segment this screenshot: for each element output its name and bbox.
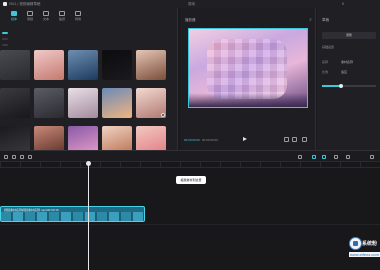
player-panel: 播放器 ≡ 00:00:00:00 00:00:00:00: [180, 8, 316, 150]
media-thumb[interactable]: 素材: [102, 88, 132, 118]
media-thumb[interactable]: 素材: [136, 88, 166, 118]
properties-section-label: 基础设置: [322, 45, 335, 49]
player-title: 播放器: [185, 18, 196, 22]
title-bar: 0511 | 视频编辑草稿 剪映 ⇪: [0, 0, 380, 8]
property-slider[interactable]: [322, 83, 376, 88]
properties-panel: 草稿 调整 基础设置 名称 素材名称 比例 适应: [317, 8, 380, 150]
timeline-toolbar: [0, 150, 380, 162]
preview-mosaic-region: [207, 39, 287, 99]
subnav-item-local[interactable]: [2, 32, 8, 34]
media-icon: [11, 11, 17, 16]
clip-thumbnails: [1, 212, 144, 221]
media-thumb[interactable]: [68, 50, 98, 80]
ratio-icon[interactable]: [284, 137, 289, 142]
fullscreen-icon[interactable]: [302, 137, 307, 142]
playhead-handle[interactable]: [86, 161, 91, 166]
text-icon: [43, 11, 49, 16]
watermark-logo-icon: [349, 237, 362, 250]
clip-name: 视频素材名称视频素材名称.mp4: [4, 207, 47, 212]
total-time: 00:00:00:00: [202, 138, 218, 142]
tab-media[interactable]: 媒体: [6, 11, 22, 25]
media-panel: 媒体 音频 文本 贴纸 特效 素材 素材 素材 素材 素: [0, 8, 178, 156]
split-icon[interactable]: [28, 155, 32, 159]
crop-icon[interactable]: [292, 137, 297, 142]
site-watermark: 系统粉 www.xtfens.com: [349, 237, 380, 262]
tab-media-label: 媒体: [10, 17, 17, 21]
media-thumb[interactable]: 素材: [0, 88, 30, 118]
play-icon[interactable]: [243, 137, 247, 141]
drop-hint: 拖拽素材到这里: [176, 176, 206, 184]
watermark-title: 系统粉: [362, 241, 378, 247]
property-value-ratio[interactable]: 适应: [341, 70, 347, 74]
download-icon[interactable]: [161, 113, 165, 117]
undo-icon[interactable]: [12, 155, 16, 159]
adjust-button[interactable]: 调整: [322, 32, 376, 39]
select-icon[interactable]: [4, 155, 8, 159]
tab-effects[interactable]: 特效: [70, 11, 86, 25]
effects-icon: [75, 11, 81, 16]
tab-audio-label: 音频: [26, 17, 33, 21]
share-icon[interactable]: ⇪: [340, 2, 346, 7]
media-tabs: 媒体 音频 文本 贴纸 特效: [0, 8, 178, 26]
redo-icon[interactable]: [20, 155, 24, 159]
time-ruler[interactable]: [0, 162, 380, 168]
player-controls: 00:00:00:00 00:00:00:00: [180, 134, 316, 146]
tab-audio[interactable]: 音频: [22, 11, 38, 25]
menu-icon[interactable]: ≡: [308, 17, 313, 22]
slider-knob[interactable]: [338, 83, 343, 88]
watermark-url: www.xtfens.com: [349, 252, 380, 257]
tab-text-label: 文本: [42, 17, 49, 21]
audio-icon: [27, 11, 33, 16]
media-thumb[interactable]: [0, 50, 30, 80]
tab-text[interactable]: 文本: [38, 11, 54, 25]
subnav-item-favorites[interactable]: [2, 44, 8, 46]
subnav-item-library[interactable]: [2, 38, 8, 40]
current-time: 00:00:00:00: [184, 138, 200, 142]
playhead[interactable]: [86, 161, 91, 270]
tab-effects-label: 特效: [74, 17, 81, 21]
snap-icon[interactable]: [322, 155, 326, 159]
media-thumb[interactable]: 素材: [34, 88, 64, 118]
preview-canvas[interactable]: [188, 28, 308, 108]
video-clip[interactable]: 视频素材名称视频素材名称.mp4 00:00:15: [0, 206, 145, 222]
media-grid: 素材 素材 素材 素材 素材 素材 素材 素材 素材 素材: [0, 50, 176, 156]
window-title: 剪映: [188, 1, 195, 6]
sticker-icon: [59, 11, 65, 16]
media-thumb[interactable]: [102, 50, 132, 80]
media-thumb[interactable]: [34, 50, 64, 80]
preview-shadow: [189, 93, 307, 107]
tab-stickers-label: 贴纸: [58, 17, 65, 21]
property-value-name[interactable]: 素材名称: [341, 60, 353, 64]
preview-axis-icon[interactable]: [334, 155, 338, 159]
app-logo-icon: [3, 2, 7, 6]
properties-title: 草稿: [322, 18, 329, 22]
media-thumb[interactable]: 素材: [68, 88, 98, 118]
zoom-in-icon[interactable]: [370, 155, 374, 159]
zoom-out-icon[interactable]: [346, 155, 350, 159]
link-icon[interactable]: [312, 155, 316, 159]
timeline[interactable]: 拖拽素材到这里 视频素材名称视频素材名称.mp4 00:00:15: [0, 161, 380, 270]
mic-icon[interactable]: [298, 155, 302, 159]
media-thumb[interactable]: [136, 50, 166, 80]
clip-duration: 00:00:15: [47, 207, 59, 212]
property-label-ratio: 比例: [322, 70, 329, 74]
property-label-name: 名称: [322, 60, 329, 64]
track-divider: [0, 224, 380, 225]
tab-stickers[interactable]: 贴纸: [54, 11, 70, 25]
project-name: 0511 | 视频编辑草稿: [9, 1, 41, 6]
